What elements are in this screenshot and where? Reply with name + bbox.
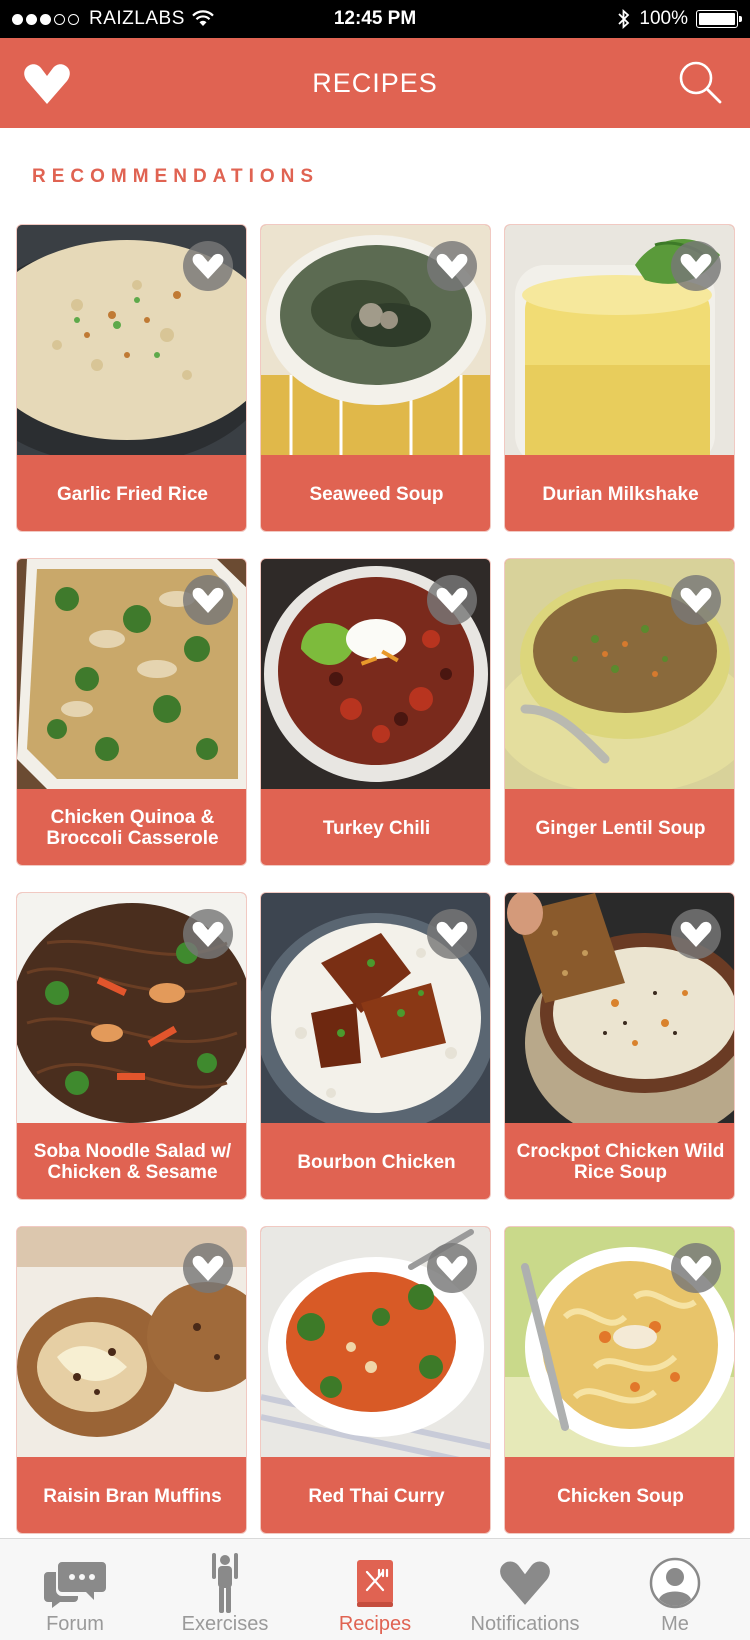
favorite-button[interactable] [427,909,477,959]
recipe-card[interactable]: Garlic Fried Rice [16,224,247,532]
bluetooth-icon [618,9,630,29]
chevron-down-icon [192,1255,224,1281]
favorite-button[interactable] [671,241,721,291]
recipe-card[interactable]: Red Thai Curry [260,1226,491,1534]
heart-chevron-icon [500,1561,550,1605]
tab-exercises[interactable]: Exercises [150,1539,300,1640]
favorite-button[interactable] [183,241,233,291]
section-title: RECOMMENDATIONS [32,166,320,187]
favorite-button[interactable] [183,909,233,959]
tab-label: Me [661,1613,689,1635]
battery-icon [696,10,742,28]
favorite-button[interactable] [183,1243,233,1293]
recipe-name: Crockpot Chicken Wild Rice Soup [516,1141,725,1183]
chevron-down-icon [192,253,224,279]
chevron-down-icon [680,253,712,279]
chevron-down-icon [436,1255,468,1281]
recipe-card[interactable]: Crockpot Chicken Wild Rice Soup [504,892,735,1200]
favorite-button[interactable] [427,575,477,625]
chevron-down-icon [192,587,224,613]
chevron-down-icon [680,921,712,947]
favorite-button[interactable] [183,575,233,625]
recipe-card[interactable]: Seaweed Soup [260,224,491,532]
chevron-down-icon [436,587,468,613]
recipe-card[interactable]: Raisin Bran Muffins [16,1226,247,1534]
recipe-name: Ginger Lentil Soup [535,817,706,839]
tab-label: Exercises [181,1613,269,1635]
chevron-down-icon [680,587,712,613]
tab-bar: Forum Exercises Recipes Notifications Me [0,1538,750,1640]
recipe-card[interactable]: Durian Milkshake [504,224,735,532]
search-icon[interactable] [676,58,724,106]
status-right: 100% [617,8,742,30]
recipe-card[interactable]: Turkey Chili [260,558,491,866]
recipe-name: Raisin Bran Muffins [43,1485,222,1507]
nav-bar: RECIPES [0,38,750,128]
chevron-down-icon [436,253,468,279]
recipe-card[interactable]: Soba Noodle Salad w/ Chicken & Sesame [16,892,247,1200]
chevron-down-icon [192,921,224,947]
tab-label: Notifications [470,1613,580,1635]
battery-percent: 100% [639,8,688,29]
status-bar: RAIZLABS 12:45 PM 100% [0,0,750,38]
recipe-name: Soba Noodle Salad w/ Chicken & Sesame [33,1141,232,1183]
chevron-down-icon [680,1255,712,1281]
favorite-button[interactable] [671,575,721,625]
tab-label: Forum [46,1613,104,1635]
favorite-button[interactable] [671,1243,721,1293]
favorite-button[interactable] [671,909,721,959]
chat-bubbles-icon [44,1562,106,1608]
recipe-grid: Garlic Fried Rice Seaweed Soup Durian Mi… [16,224,735,1534]
recipe-name: Durian Milkshake [542,483,699,505]
tab-recipes[interactable]: Recipes [300,1539,450,1640]
tab-notifications[interactable]: Notifications [450,1539,600,1640]
profile-icon [649,1557,701,1609]
recipe-name: Chicken Quinoa & Broccoli Casserole [46,807,219,849]
recipe-name: Bourbon Chicken [297,1151,456,1173]
tab-me[interactable]: Me [600,1539,750,1640]
chevron-down-icon [436,921,468,947]
recipe-card[interactable]: Chicken Soup [504,1226,735,1534]
recipe-name: Garlic Fried Rice [56,483,208,505]
recipe-book-icon [357,1560,393,1607]
tab-label: Recipes [338,1613,412,1635]
recipe-card[interactable]: Bourbon Chicken [260,892,491,1200]
recipe-name: Red Thai Curry [308,1485,445,1507]
favorite-button[interactable] [427,1243,477,1293]
recipe-name: Seaweed Soup [309,483,444,505]
recipe-card[interactable]: Ginger Lentil Soup [504,558,735,866]
recipe-name: Turkey Chili [322,817,431,839]
person-stretch-icon [212,1553,238,1613]
favorite-button[interactable] [427,241,477,291]
recipe-card[interactable]: Chicken Quinoa & Broccoli Casserole [16,558,247,866]
recipe-name: Chicken Soup [557,1485,684,1507]
page-title: RECIPES [312,68,438,98]
tab-forum[interactable]: Forum [0,1539,150,1640]
